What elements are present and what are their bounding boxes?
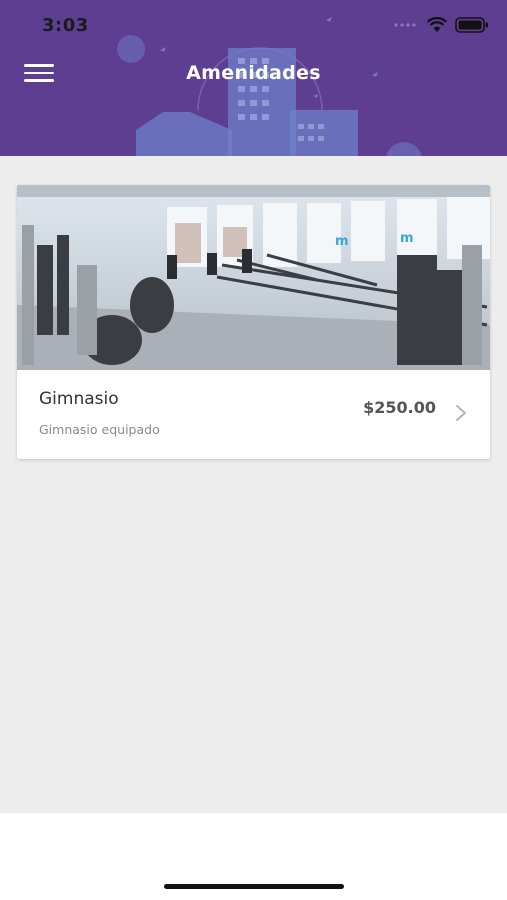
svg-text:m: m xyxy=(335,234,349,249)
status-bar-time: 3:03 xyxy=(42,15,89,36)
status-bar-icons xyxy=(393,14,489,36)
gym-photo: m m xyxy=(17,185,490,370)
amenity-card-gimnasio[interactable]: m m Gimnasio Gimnasio equipado $250.00 xyxy=(17,185,490,459)
amenity-name: Gimnasio xyxy=(39,389,119,409)
page-title: Amenidades xyxy=(186,62,321,84)
wifi-icon xyxy=(427,17,447,32)
amenity-description: Gimnasio equipado xyxy=(39,422,160,437)
chevron-right-icon xyxy=(456,405,466,421)
amenity-price: $250.00 xyxy=(363,398,436,417)
app-header: 3:03 Amenidades xyxy=(0,0,507,156)
svg-text:m: m xyxy=(400,231,414,246)
home-indicator[interactable] xyxy=(164,884,344,889)
signal-dots-icon xyxy=(394,23,416,27)
battery-icon xyxy=(455,17,488,33)
